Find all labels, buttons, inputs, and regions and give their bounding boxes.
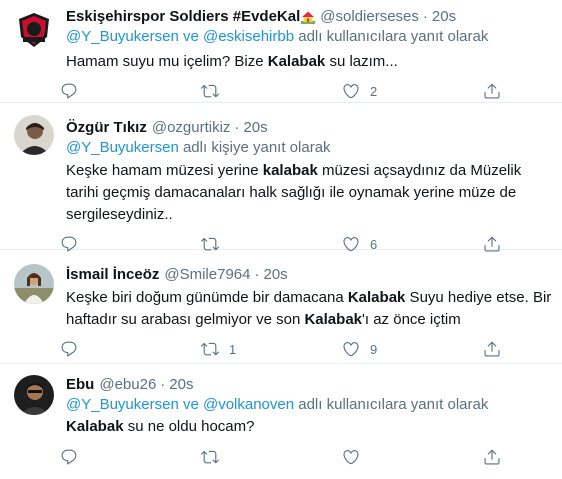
heart-icon bbox=[343, 342, 359, 357]
highlight-term: Kalabak bbox=[66, 418, 124, 435]
text-part: Keşke biri doğum günümde bir damacana bbox=[66, 289, 348, 306]
like-button[interactable]: 9 bbox=[342, 340, 483, 358]
eskisehirspor-logo-icon bbox=[14, 10, 54, 50]
tweet-text: Keşke hamam müzesi yerine kalabak müzesi… bbox=[66, 160, 552, 226]
reply-mentions[interactable]: @Y_Buyukersen ve @volkanoven bbox=[66, 396, 294, 413]
replying-to: @Y_Buyukersen adlı kişiye yanıt olarak bbox=[66, 138, 552, 158]
reply-icon bbox=[61, 83, 77, 99]
user-handle[interactable]: @soldierseses bbox=[320, 7, 419, 27]
retweet-button[interactable] bbox=[201, 82, 342, 100]
display-name[interactable]: İsmail İnceöz bbox=[66, 265, 159, 285]
house-with-garden-emoji-icon bbox=[301, 11, 316, 24]
text-part: 'ı az önce içtim bbox=[362, 311, 461, 328]
separator-dot: · bbox=[422, 8, 428, 25]
avatar[interactable] bbox=[14, 115, 54, 155]
text-part: Hamam suyu mu içelim? Bize bbox=[66, 53, 268, 70]
tweet[interactable]: Eskişehirspor Soldiers #EvdeKal @soldier… bbox=[0, 0, 562, 103]
reply-suffix: adlı kullanıcılara yanıt olarak bbox=[298, 28, 489, 45]
display-name[interactable]: Ebu bbox=[66, 375, 94, 395]
share-icon bbox=[484, 341, 500, 357]
reply-icon bbox=[61, 341, 77, 357]
like-button[interactable] bbox=[342, 448, 483, 466]
share-button[interactable] bbox=[483, 82, 523, 100]
display-name[interactable]: Eskişehirspor Soldiers #EvdeKal bbox=[66, 7, 300, 27]
like-count: 2 bbox=[370, 83, 378, 99]
share-icon bbox=[484, 83, 500, 99]
heart-icon bbox=[343, 450, 359, 465]
tweet[interactable]: Özgür Tıkız @ozgurtikiz · 20s @Y_Buyuker… bbox=[0, 103, 562, 252]
reply-suffix: adlı kullanıcılara yanıt olarak bbox=[298, 396, 489, 413]
text-part: Keşke hamam müzesi yerine bbox=[66, 162, 263, 179]
separator-dot: · bbox=[234, 119, 240, 136]
retweet-icon bbox=[201, 84, 219, 98]
highlight-term: kalabak bbox=[262, 162, 318, 179]
replying-to: @Y_Buyukersen ve @volkanoven adlı kullan… bbox=[66, 395, 552, 415]
retweet-icon bbox=[201, 450, 219, 464]
reply-suffix: adlı kişiye yanıt olarak bbox=[182, 139, 331, 156]
reply-button[interactable] bbox=[60, 340, 201, 358]
avatar[interactable] bbox=[14, 10, 54, 50]
user-handle[interactable]: @Smile7964 bbox=[164, 265, 250, 285]
highlight-term: Kalabak bbox=[347, 289, 406, 306]
timestamp[interactable]: 20s bbox=[169, 375, 193, 395]
tweet-text: Hamam suyu mu içelim? Bize Kalabak su la… bbox=[66, 51, 552, 73]
timestamp[interactable]: 20s bbox=[243, 118, 267, 138]
reply-button[interactable] bbox=[60, 82, 201, 100]
text-part: su ne oldu hocam? bbox=[123, 418, 255, 435]
tweet[interactable]: Ebu @ebu26 · 20s @Y_Buyukersen ve @volka… bbox=[0, 364, 562, 479]
share-button[interactable] bbox=[483, 340, 523, 358]
tweet-text: Keşke biri doğum günümde bir damacana Ka… bbox=[66, 287, 552, 331]
separator-dot: · bbox=[160, 376, 166, 393]
replying-to: @Y_Buyukersen ve @eskisehirbb adlı kulla… bbox=[66, 27, 552, 47]
share-button[interactable] bbox=[483, 448, 523, 466]
reply-mentions[interactable]: @Y_Buyukersen ve @eskisehirbb bbox=[66, 28, 294, 45]
share-icon bbox=[484, 449, 500, 465]
avatar[interactable] bbox=[14, 264, 54, 304]
avatar[interactable] bbox=[14, 375, 54, 415]
tweet-text: Kalabak su ne oldu hocam? bbox=[66, 416, 552, 438]
reply-mentions[interactable]: @Y_Buyukersen bbox=[66, 139, 179, 156]
user-photo-icon bbox=[14, 375, 54, 415]
retweet-button[interactable] bbox=[201, 448, 342, 466]
retweet-icon bbox=[201, 342, 219, 356]
highlight-term: Kalabak bbox=[304, 311, 363, 328]
tweet[interactable]: İsmail İnceöz @Smile7964 · 20s Keşke bir… bbox=[0, 250, 562, 364]
user-photo-icon bbox=[14, 115, 54, 155]
timestamp[interactable]: 20s bbox=[263, 265, 287, 285]
highlight-term: Kalabak bbox=[267, 53, 326, 70]
tweet-feed: Eskişehirspor Soldiers #EvdeKal @soldier… bbox=[0, 0, 562, 479]
like-button[interactable]: 2 bbox=[342, 82, 483, 100]
retweet-count: 1 bbox=[229, 341, 237, 357]
text-part: su lazım... bbox=[325, 53, 398, 70]
user-handle[interactable]: @ozgurtikiz bbox=[152, 118, 231, 138]
tweet-actions: 1 9 bbox=[60, 334, 552, 364]
tweet-actions: 2 bbox=[60, 76, 552, 106]
user-photo-icon bbox=[14, 264, 54, 304]
reply-icon bbox=[61, 449, 77, 465]
separator-dot: · bbox=[254, 266, 260, 283]
user-handle[interactable]: @ebu26 bbox=[99, 375, 156, 395]
reply-button[interactable] bbox=[60, 448, 201, 466]
tweet-actions bbox=[60, 442, 552, 472]
retweet-button[interactable]: 1 bbox=[201, 340, 342, 358]
heart-icon bbox=[343, 84, 359, 99]
like-count: 9 bbox=[370, 341, 378, 357]
timestamp[interactable]: 20s bbox=[432, 7, 456, 27]
display-name[interactable]: Özgür Tıkız bbox=[66, 118, 147, 138]
